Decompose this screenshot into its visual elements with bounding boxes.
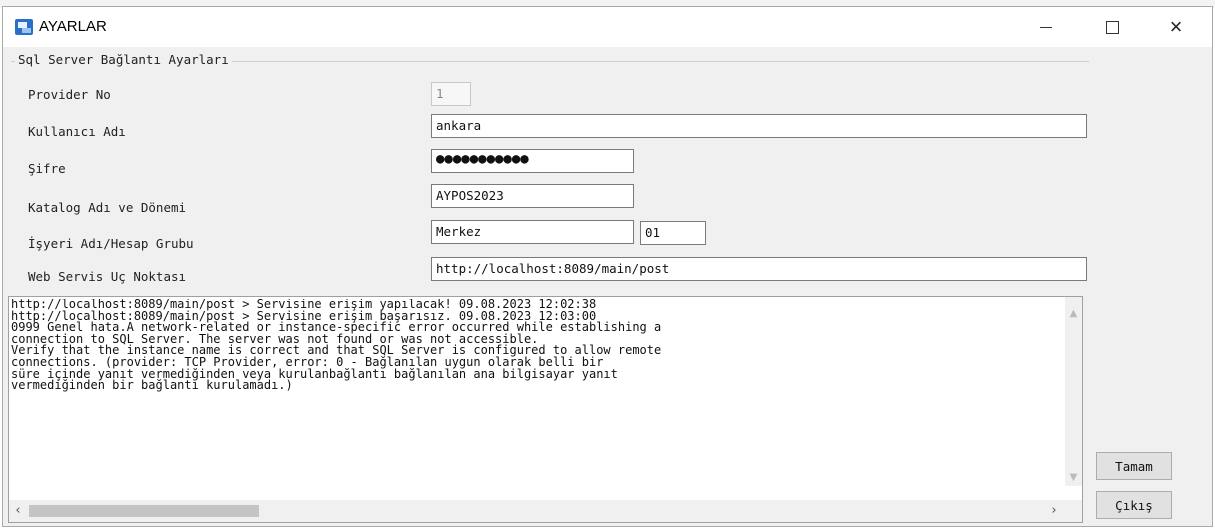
vertical-scrollbar[interactable]: ▲ ▼ [1065,297,1082,486]
web-service-field[interactable]: http://localhost:8089/main/post [431,257,1087,281]
password-label: Şifre [28,161,66,176]
workplace-label: İşyeri Adı/Hesap Grubu [28,236,194,251]
exit-button[interactable]: Çıkış [1096,491,1172,519]
scroll-right-icon[interactable]: › [1047,504,1061,518]
account-group-field[interactable]: 01 [640,221,706,245]
web-service-label: Web Servis Uç Noktası [28,269,187,284]
app-icon [15,19,33,35]
title-bar[interactable]: AYARLAR × [3,7,1212,47]
close-icon: × [1169,14,1183,39]
password-field[interactable]: ●●●●●●●●●●● [431,149,634,173]
scroll-corner [1064,500,1082,522]
minimize-button[interactable] [1023,7,1069,47]
window-title: AYARLAR [39,18,107,35]
group-title: Sql Server Bağlantı Ayarları [15,52,232,67]
provider-no-field[interactable]: 1 [431,82,471,106]
scroll-thumb[interactable] [29,505,259,517]
log-textarea[interactable]: http://localhost:8089/main/post > Servis… [8,296,1083,523]
log-text: http://localhost:8089/main/post > Servis… [11,299,662,392]
scroll-up-icon[interactable]: ▲ [1069,309,1078,319]
scroll-down-icon[interactable]: ▼ [1069,473,1078,483]
minimize-icon [1040,26,1052,28]
maximize-icon [1105,20,1119,34]
settings-window: AYARLAR × Sql Server Bağlantı Ayarları P… [2,6,1213,527]
workplace-field[interactable]: Merkez [431,220,634,244]
scroll-left-icon[interactable]: ‹ [11,504,25,518]
maximize-button[interactable] [1089,7,1135,47]
provider-no-label: Provider No [28,87,111,102]
ok-button[interactable]: Tamam [1096,452,1172,480]
username-field[interactable]: ankara [431,114,1087,138]
username-label: Kullanıcı Adı [28,124,126,139]
catalog-field[interactable]: AYPOS2023 [431,184,634,208]
horizontal-scrollbar[interactable]: ‹ › [9,500,1065,522]
close-button[interactable]: × [1153,7,1199,47]
catalog-label: Katalog Adı ve Dönemi [28,200,187,215]
